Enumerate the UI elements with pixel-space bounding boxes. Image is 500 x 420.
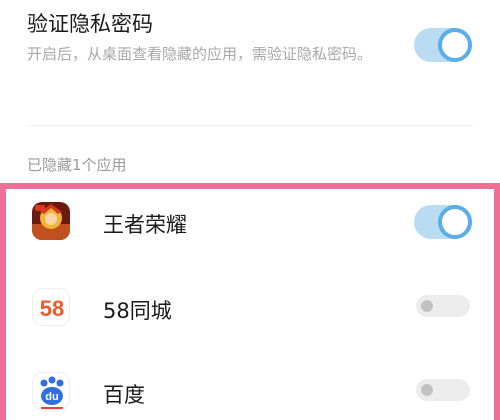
baidu-paw-icon: du	[32, 372, 70, 410]
divider	[27, 125, 473, 126]
toggle-knob	[421, 300, 433, 312]
app-row-baidu: du 百度	[0, 348, 500, 420]
hide-app-toggle[interactable]	[416, 379, 470, 401]
toggle-knob	[421, 384, 433, 396]
baidu-icon-glyph: du	[45, 391, 58, 403]
hide-app-toggle[interactable]	[414, 205, 472, 239]
58-icon: 58	[32, 288, 70, 326]
hide-app-toggle[interactable]	[416, 295, 470, 317]
toggle-knob	[438, 28, 472, 62]
hidden-apps-count-label: 已隐藏1个应用	[27, 156, 127, 174]
toggle-knob	[438, 205, 472, 239]
setting-title: 验证隐私密码	[27, 12, 153, 36]
58-icon-glyph: 58	[40, 296, 64, 321]
app-row-honor-of-kings: 王者荣耀	[0, 180, 500, 264]
setting-description: 开启后，从桌面查看隐藏的应用，需验证隐私密码。	[27, 45, 373, 63]
app-row-58: 58 58同城	[0, 264, 500, 348]
app-name: 王者荣耀	[103, 213, 187, 237]
app-name: 百度	[103, 383, 145, 407]
verify-password-toggle[interactable]	[414, 28, 472, 62]
app-name: 58同城	[103, 299, 172, 323]
honor-of-kings-icon	[32, 202, 70, 240]
